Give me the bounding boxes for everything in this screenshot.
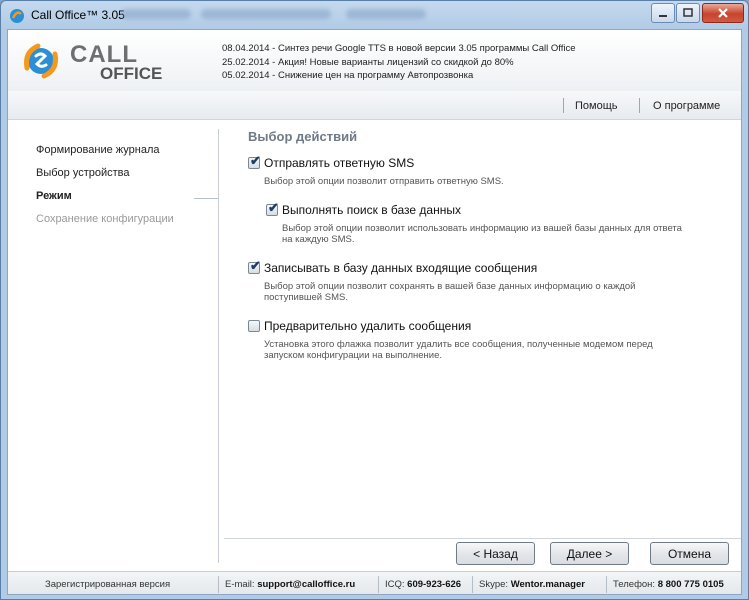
- icq-label: ICQ:: [385, 579, 405, 590]
- menu-bar: Помощь О программе: [8, 91, 741, 120]
- option-label: Предварительно удалить сообщения: [264, 319, 472, 333]
- minimize-button[interactable]: [651, 3, 675, 23]
- header: CALL OFFICE 08.04.2014 - Синтез речи Goo…: [8, 30, 741, 92]
- app-window: Call Office™ 3.05 CALL OFFICE 08.04.2014…: [0, 0, 749, 600]
- phone-info: Телефон: 8 800 775 0105: [613, 579, 724, 590]
- option-description: Установка этого флажка позволит удалить …: [264, 339, 653, 361]
- active-step-indicator: [194, 198, 218, 199]
- skype-value: Wentor.manager: [510, 579, 585, 590]
- nav-item-mode[interactable]: Режим: [36, 190, 72, 202]
- nav-item-journal[interactable]: Формирование журнала: [36, 144, 159, 156]
- logo-text-office: OFFICE: [100, 64, 163, 83]
- content-panel: Выбор действий ✔ Отправлять ответную SMS…: [224, 119, 741, 563]
- checkbox-delete-messages[interactable]: [248, 320, 260, 332]
- client-area: CALL OFFICE 08.04.2014 - Синтез речи Goo…: [7, 29, 742, 595]
- about-link[interactable]: О программе: [653, 100, 720, 112]
- status-separator: [378, 576, 379, 593]
- option-label: Записывать в базу данных входящие сообще…: [264, 261, 538, 275]
- skype-label: Skype:: [479, 579, 509, 590]
- logo: CALL OFFICE: [18, 35, 168, 87]
- nav-item-device[interactable]: Выбор устройства: [36, 167, 130, 179]
- app-logo-icon: [10, 9, 24, 23]
- menu-separator: [563, 98, 564, 113]
- check-icon: ✔: [250, 258, 261, 273]
- status-bar: Зарегистрированная версия E-mail: suppor…: [8, 571, 741, 594]
- option-delete-messages[interactable]: Предварительно удалить сообщения: [248, 319, 471, 333]
- option-save-incoming[interactable]: ✔ Записывать в базу данных входящие сооб…: [248, 258, 538, 275]
- news-item[interactable]: 05.02.2014 - Снижение цен на программу А…: [222, 69, 576, 83]
- cancel-button[interactable]: Отмена: [650, 542, 729, 565]
- checkbox-save-incoming[interactable]: ✔: [248, 258, 261, 274]
- option-db-search[interactable]: ✔ Выполнять поиск в базе данных: [266, 200, 461, 217]
- minimize-icon: [659, 15, 667, 17]
- button-bar-divider: [224, 538, 741, 539]
- email-link[interactable]: support@calloffice.ru: [257, 579, 355, 590]
- back-button[interactable]: < Назад: [456, 542, 535, 565]
- icq-value: 609-923-626: [407, 579, 462, 590]
- help-link[interactable]: Помощь: [575, 100, 618, 112]
- menu-separator: [639, 98, 640, 113]
- icq-info: ICQ: 609-923-626: [385, 579, 461, 590]
- close-icon: [718, 8, 728, 18]
- next-button[interactable]: Далее >: [550, 542, 629, 565]
- option-description: Выбор этой опции позволит сохранять в ва…: [264, 281, 635, 303]
- wizard-steps: Формирование журнала Выбор устройства Ре…: [8, 119, 218, 563]
- logo-mark-icon: [24, 43, 58, 79]
- option-send-sms[interactable]: ✔ Отправлять ответную SMS: [248, 153, 415, 170]
- status-separator: [472, 576, 473, 593]
- title-bar[interactable]: Call Office™ 3.05: [1, 1, 748, 29]
- maximize-button[interactable]: [676, 3, 700, 23]
- section-title: Выбор действий: [248, 129, 358, 144]
- news-list: 08.04.2014 - Синтез речи Google TTS в но…: [222, 42, 576, 83]
- option-description: Выбор этой опции позволит использовать и…: [282, 223, 682, 245]
- status-separator: [606, 576, 607, 593]
- status-separator: [218, 576, 219, 593]
- option-description: Выбор этой опции позволит отправить отве…: [264, 176, 504, 187]
- skype-info: Skype: Wentor.manager: [479, 579, 585, 590]
- option-description-line: запуском конфигурации на выполнение.: [264, 350, 442, 361]
- email-info: E-mail: support@calloffice.ru: [225, 579, 355, 590]
- registration-status: Зарегистрированная версия: [45, 579, 171, 590]
- checkbox-send-sms[interactable]: ✔: [248, 153, 261, 169]
- option-description-line: Установка этого флажка позволит удалить …: [264, 339, 653, 350]
- option-description-line: на каждую SMS.: [282, 234, 355, 245]
- news-item[interactable]: 08.04.2014 - Синтез речи Google TTS в но…: [222, 42, 576, 56]
- phone-label: Телефон:: [613, 579, 656, 590]
- check-icon: ✔: [250, 153, 261, 168]
- nav-item-save-config: Сохранение конфигурации: [36, 213, 174, 225]
- title-decoration: [121, 9, 191, 19]
- option-label: Отправлять ответную SMS: [264, 156, 415, 170]
- checkbox-db-search[interactable]: ✔: [266, 200, 279, 216]
- option-description-line: Выбор этой опции позволит сохранять в ва…: [264, 281, 636, 292]
- nav-divider: [218, 129, 219, 563]
- window-title: Call Office™ 3.05: [31, 8, 125, 22]
- news-item[interactable]: 25.02.2014 - Акция! Новые варианты лицен…: [222, 56, 576, 70]
- maximize-icon: [683, 8, 693, 17]
- option-description-line: Выбор этой опции позволит использовать и…: [282, 223, 682, 234]
- option-label: Выполнять поиск в базе данных: [282, 203, 461, 217]
- close-button[interactable]: [702, 3, 744, 23]
- phone-value: 8 800 775 0105: [657, 579, 724, 590]
- title-decoration: [201, 9, 331, 19]
- email-label: E-mail:: [225, 579, 255, 590]
- check-icon: ✔: [268, 200, 279, 215]
- title-decoration: [346, 9, 426, 19]
- option-description-line: поступившей SMS.: [264, 292, 348, 303]
